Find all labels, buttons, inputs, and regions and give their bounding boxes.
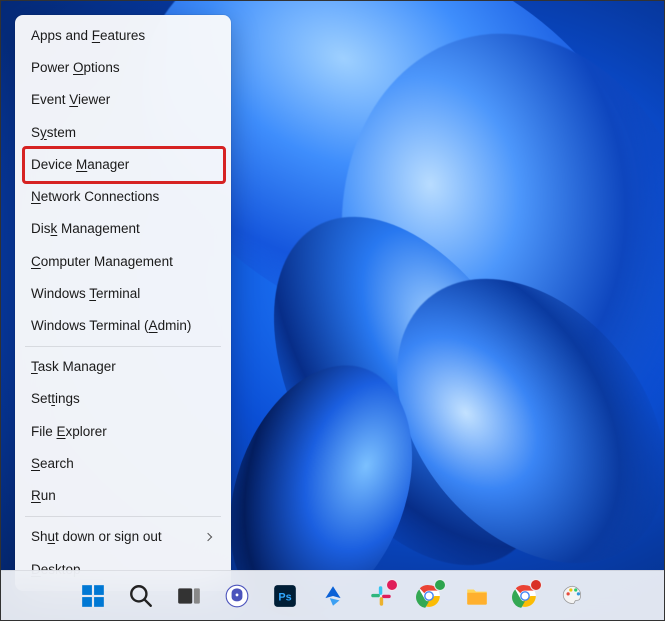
chat-icon xyxy=(224,583,250,609)
taskview-icon xyxy=(176,583,202,609)
menu-item-label: Search xyxy=(31,455,74,473)
folder-icon xyxy=(464,583,490,609)
notification-badge xyxy=(530,579,542,591)
menu-item-label: Network Connections xyxy=(31,188,159,206)
search-icon xyxy=(128,583,154,609)
taskbar: Ps xyxy=(1,570,664,620)
menu-item-network-connections[interactable]: Network Connections xyxy=(15,181,231,213)
ps-icon: Ps xyxy=(272,583,298,609)
azure-app[interactable] xyxy=(313,576,353,616)
menu-item-label: Disk Management xyxy=(31,220,140,238)
menu-item-label: File Explorer xyxy=(31,423,107,441)
notification-badge xyxy=(434,579,446,591)
menu-item-label: Device Manager xyxy=(31,156,129,174)
notification-badge xyxy=(386,579,398,591)
chrome-app[interactable] xyxy=(409,576,449,616)
menu-item-disk-management[interactable]: Disk Management xyxy=(15,213,231,245)
menu-item-system[interactable]: System xyxy=(15,117,231,149)
menu-item-label: Event Viewer xyxy=(31,91,110,109)
menu-divider xyxy=(25,346,221,347)
file-explorer-app[interactable] xyxy=(457,576,497,616)
menu-item-computer-management[interactable]: Computer Management xyxy=(15,246,231,278)
search-button[interactable] xyxy=(121,576,161,616)
menu-item-label: System xyxy=(31,124,76,142)
slack-app[interactable] xyxy=(361,576,401,616)
menu-item-label: Settings xyxy=(31,390,80,408)
menu-item-windows-terminal-admin[interactable]: Windows Terminal (Admin) xyxy=(15,310,231,342)
menu-divider xyxy=(25,516,221,517)
menu-item-run[interactable]: Run xyxy=(15,480,231,512)
menu-item-settings[interactable]: Settings xyxy=(15,383,231,415)
menu-item-label: Shut down or sign out xyxy=(31,528,162,546)
menu-item-label: Computer Management xyxy=(31,253,173,271)
menu-item-shut-down-or-sign-out[interactable]: Shut down or sign out xyxy=(15,521,231,553)
menu-item-apps-and-features[interactable]: Apps and Features xyxy=(15,20,231,52)
menu-item-label: Windows Terminal (Admin) xyxy=(31,317,191,335)
menu-item-task-manager[interactable]: Task Manager xyxy=(15,351,231,383)
chevron-right-icon xyxy=(204,533,212,541)
menu-item-device-manager[interactable]: Device Manager xyxy=(15,149,231,181)
menu-item-label: Windows Terminal xyxy=(31,285,140,303)
chat-button[interactable] xyxy=(217,576,257,616)
chrome-app-2[interactable] xyxy=(505,576,545,616)
menu-item-power-options[interactable]: Power Options xyxy=(15,52,231,84)
winx-context-menu: Apps and Features Power Options Event View… xyxy=(15,15,231,591)
menu-item-label: Run xyxy=(31,487,56,505)
menu-item-search[interactable]: Search xyxy=(15,448,231,480)
menu-item-label: Apps and Features xyxy=(31,27,145,45)
photoshop-app[interactable]: Ps xyxy=(265,576,305,616)
menu-item-windows-terminal[interactable]: Windows Terminal xyxy=(15,278,231,310)
menu-item-file-explorer[interactable]: File Explorer xyxy=(15,416,231,448)
svg-text:Ps: Ps xyxy=(278,591,291,603)
task-view-button[interactable] xyxy=(169,576,209,616)
start-button[interactable] xyxy=(73,576,113,616)
menu-item-event-viewer[interactable]: Event Viewer xyxy=(15,84,231,116)
windows-icon xyxy=(80,583,106,609)
menu-item-label: Power Options xyxy=(31,59,120,77)
paint-app[interactable] xyxy=(553,576,593,616)
azure-icon xyxy=(320,583,346,609)
paint-icon xyxy=(560,583,586,609)
menu-item-label: Task Manager xyxy=(31,358,116,376)
